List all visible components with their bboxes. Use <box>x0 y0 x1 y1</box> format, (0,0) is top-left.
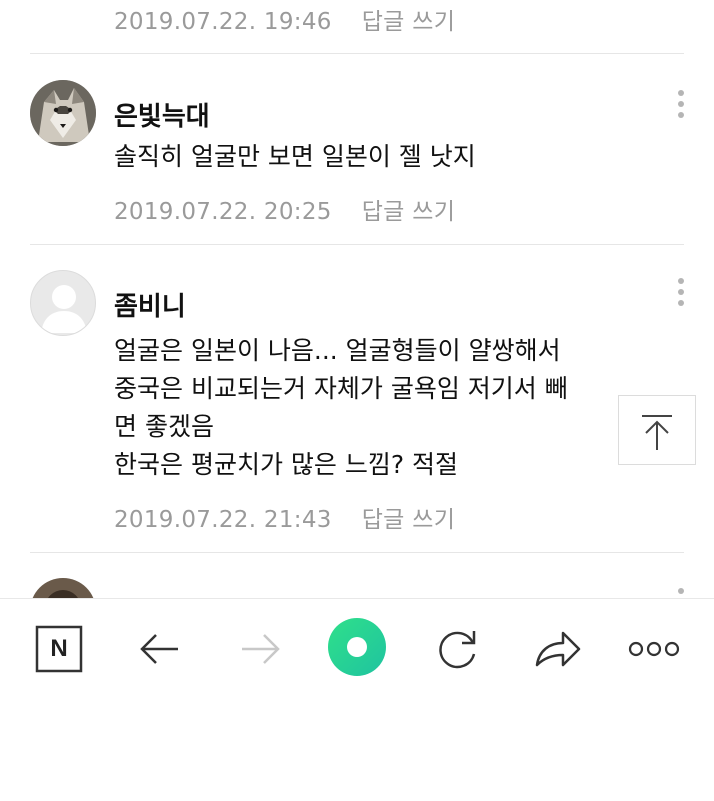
naver-home-button[interactable]: N <box>31 621 87 677</box>
refresh-icon <box>439 631 476 669</box>
refresh-button[interactable] <box>429 621 485 677</box>
browser-toolbar: N <box>0 598 714 699</box>
default-user-icon <box>41 285 87 333</box>
comment-author[interactable]: 좀비니 <box>114 286 186 323</box>
more-options-icon[interactable] <box>676 278 686 308</box>
comment-author[interactable]: 은빛늑대 <box>114 96 210 133</box>
comment-list: 2019.07.22. 19:46 답글 쓰기 은빛늑대 솔직히 얼굴만 보면 일… <box>0 0 714 598</box>
green-dot-icon <box>328 618 386 676</box>
share-icon <box>535 631 581 667</box>
comment-line: 면 좋겠음 <box>114 412 214 441</box>
reply-button[interactable]: 답글 쓰기 <box>362 507 455 533</box>
divider <box>30 552 684 553</box>
divider <box>30 244 684 245</box>
comment-meta: 2019.07.22. 19:46 답글 쓰기 <box>114 2 455 36</box>
more-options-icon <box>628 641 680 657</box>
back-button[interactable] <box>132 621 188 677</box>
avatar-partial[interactable] <box>30 578 96 598</box>
more-button[interactable] <box>624 621 684 677</box>
comment-line: 중국은 비교되는거 자체가 굴욕임 저기서 빼 <box>114 374 568 403</box>
scroll-top-icon <box>642 415 672 450</box>
comment-body: 얼굴은 일본이 나음... 얼굴형들이 얄쌍해서 중국은 비교되는거 자체가 굴… <box>114 332 654 484</box>
share-button[interactable] <box>529 621 585 677</box>
comment-line: 얼굴은 일본이 나음... 얼굴형들이 얄쌍해서 <box>114 336 561 365</box>
comment-timestamp: 2019.07.22. 20:25 <box>114 199 332 225</box>
forward-arrow-icon <box>242 634 280 664</box>
divider <box>30 53 684 54</box>
comment-timestamp: 2019.07.22. 21:43 <box>114 507 332 533</box>
comment-timestamp: 2019.07.22. 19:46 <box>114 9 332 35</box>
forward-button[interactable] <box>232 621 288 677</box>
more-options-icon[interactable] <box>676 588 686 598</box>
green-main-button[interactable] <box>327 617 387 677</box>
comment-meta: 2019.07.22. 20:25 답글 쓰기 <box>114 192 455 226</box>
avatar-wolf[interactable] <box>30 80 96 146</box>
back-arrow-icon <box>140 634 178 664</box>
scroll-to-top-button[interactable] <box>618 395 696 465</box>
wolf-avatar-image <box>30 80 96 146</box>
avatar-default[interactable] <box>30 270 96 336</box>
avatar-image <box>30 578 96 598</box>
comment-body: 솔직히 얼굴만 보면 일본이 젤 낫지 <box>114 138 654 176</box>
more-options-icon[interactable] <box>676 90 686 120</box>
comment-meta: 2019.07.22. 21:43 답글 쓰기 <box>114 500 455 534</box>
reply-button[interactable]: 답글 쓰기 <box>362 9 455 35</box>
comment-line: 한국은 평균치가 많은 느낌? 적절 <box>114 450 459 479</box>
naver-letter: N <box>50 635 68 662</box>
reply-button[interactable]: 답글 쓰기 <box>362 199 455 225</box>
comment-line: 솔직히 얼굴만 보면 일본이 젤 낫지 <box>114 142 476 171</box>
